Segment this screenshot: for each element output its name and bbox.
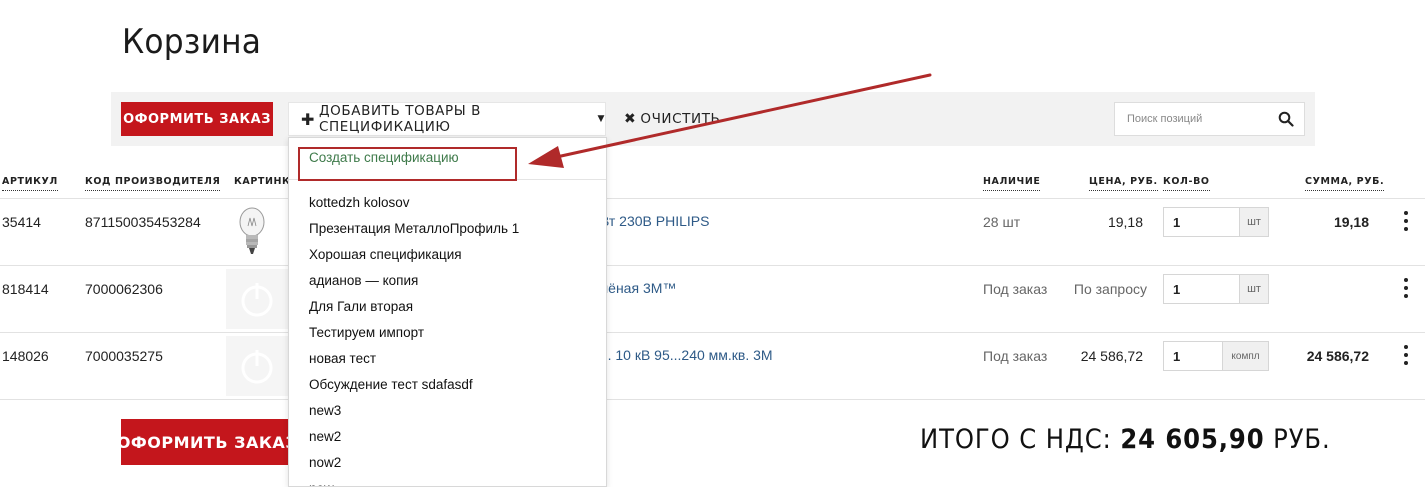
clear-cart-button[interactable]: ✖ ОЧИСТИТЬ <box>624 102 720 136</box>
column-header-price[interactable]: ЦЕНА, РУБ. <box>1089 176 1158 191</box>
place-order-button[interactable]: ОФОРМИТЬ ЗАКАЗ <box>121 419 293 465</box>
sum-cell: 24 586,72 <box>1306 348 1369 364</box>
specification-item[interactable]: Тестируем импорт <box>289 320 606 346</box>
quantity-field[interactable]: 1 шт <box>1163 274 1269 304</box>
more-vertical-icon[interactable] <box>1402 278 1410 298</box>
availability-cell: Под заказ <box>983 348 1048 364</box>
specification-item[interactable]: Обсуждение тест sdafasdf <box>289 372 606 398</box>
availability-cell: Под заказ <box>983 281 1048 297</box>
unit-label: компл <box>1222 342 1268 370</box>
price-cell: По запросу <box>1073 281 1147 297</box>
quantity-value[interactable]: 1 <box>1173 349 1180 364</box>
specification-item[interactable]: Презентация МеталлоПрофиль 1 <box>289 216 606 242</box>
total-value: 24 605,90 <box>1120 424 1265 455</box>
column-header-sum[interactable]: СУММА, РУБ. <box>1305 176 1385 191</box>
search-input[interactable] <box>1115 103 1270 135</box>
availability-cell: 28 шт <box>983 214 1021 230</box>
maker-code-cell: 871150035453284 <box>85 214 201 230</box>
product-name-link[interactable]: лёная 3M™ <box>600 280 676 296</box>
column-header-qty[interactable]: КОЛ-ВО <box>1163 176 1210 191</box>
search-box <box>1114 102 1305 136</box>
specification-item[interactable]: адианов — копия <box>289 268 606 294</box>
table-row: 35414 871150035453284 Вт 230В PHILIPS 28… <box>0 199 1425 265</box>
table-divider <box>0 399 1425 400</box>
maker-code-cell: 7000035275 <box>85 348 163 364</box>
table-row: 148026 7000035275 п. 10 кВ 95...240 мм.к… <box>0 333 1425 399</box>
place-order-button[interactable]: ОФОРМИТЬ ЗАКАЗ <box>121 102 273 136</box>
sum-cell: 19,18 <box>1333 214 1369 230</box>
specification-item[interactable]: new2 <box>289 424 606 450</box>
search-icon[interactable] <box>1278 111 1294 127</box>
close-icon: ✖ <box>624 111 637 127</box>
quantity-value[interactable]: 1 <box>1173 282 1180 297</box>
more-vertical-icon[interactable] <box>1402 345 1410 365</box>
total-currency: РУБ. <box>1273 424 1331 455</box>
specification-item[interactable]: new3 <box>289 398 606 424</box>
bulb-image[interactable] <box>226 202 288 262</box>
specification-item[interactable]: kottedzh kolosov <box>289 190 606 216</box>
unit-label: шт <box>1239 275 1268 303</box>
product-name-link[interactable]: п. 10 кВ 95...240 мм.кв. 3M <box>600 347 773 363</box>
article-cell: 148026 <box>2 348 49 364</box>
quantity-value[interactable]: 1 <box>1173 215 1180 230</box>
clear-cart-label: ОЧИСТИТЬ <box>640 111 721 127</box>
article-cell: 35414 <box>2 214 41 230</box>
article-cell: 818414 <box>2 281 49 297</box>
specification-list: kottedzh kolosov Презентация МеталлоПроф… <box>289 190 606 486</box>
column-header-availability[interactable]: НАЛИЧИЕ <box>983 176 1041 191</box>
add-to-specification-label: ДОБАВИТЬ ТОВАРЫ В СПЕЦИФИКАЦИЮ <box>319 103 482 135</box>
quantity-field[interactable]: 1 шт <box>1163 207 1269 237</box>
caret-down-icon: ▼ <box>597 114 605 124</box>
price-cell: 19,18 <box>1107 214 1143 230</box>
specification-item[interactable]: Хорошая спецификация <box>289 242 606 268</box>
no-image-placeholder[interactable] <box>226 336 288 396</box>
page-title: Корзина <box>122 22 262 62</box>
product-name-link[interactable]: Вт 230В PHILIPS <box>600 213 709 229</box>
column-header-maker-code[interactable]: КОД ПРОИЗВОДИТЕЛЯ <box>85 176 221 191</box>
order-total: ИТОГО С НДС: 24 605,90 РУБ. <box>920 424 1331 455</box>
annotation-highlight-box <box>298 147 517 181</box>
table-row: 818414 7000062306 лёная 3M™ Под заказ По… <box>0 266 1425 332</box>
maker-code-cell: 7000062306 <box>85 281 163 297</box>
more-vertical-icon[interactable] <box>1402 211 1410 231</box>
quantity-field[interactable]: 1 компл <box>1163 341 1269 371</box>
specification-item[interactable]: new <box>289 476 606 486</box>
column-header-article[interactable]: АРТИКУЛ <box>2 176 58 191</box>
plus-icon: ✚ <box>301 109 316 129</box>
specification-dropdown: Создать спецификацию kottedzh kolosov Пр… <box>288 137 607 487</box>
unit-label: шт <box>1239 208 1268 236</box>
specification-item[interactable]: now2 <box>289 450 606 476</box>
specification-item[interactable]: новая тест <box>289 346 606 372</box>
specification-item[interactable]: Для Гали вторая <box>289 294 606 320</box>
price-cell: 24 586,72 <box>1080 348 1143 364</box>
no-image-placeholder[interactable] <box>226 269 288 329</box>
add-to-specification-button[interactable]: ✚ ДОБАВИТЬ ТОВАРЫ В СПЕЦИФИКАЦИЮ ▼ <box>288 102 606 136</box>
total-label: ИТОГО С НДС: <box>920 424 1112 455</box>
